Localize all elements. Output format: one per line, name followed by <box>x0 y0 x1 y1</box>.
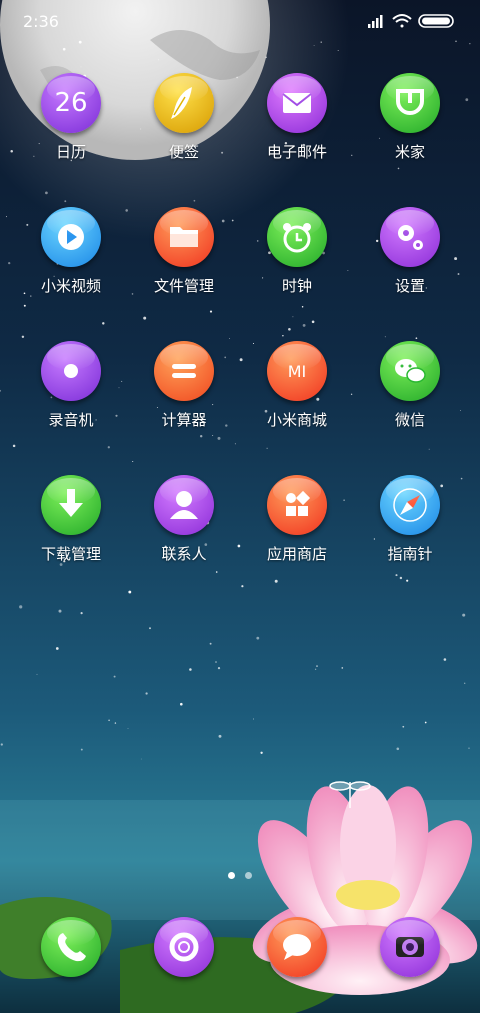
app-label: 录音机 <box>48 411 94 429</box>
dock-browser[interactable] <box>129 917 239 981</box>
app-mi-store[interactable]: MI 小米商城 <box>242 341 352 451</box>
signal-icon <box>368 15 383 28</box>
download-icon <box>41 475 101 535</box>
app-folder[interactable]: 文件管理 <box>129 207 239 317</box>
wechat-icon <box>380 341 440 401</box>
app-calculator[interactable]: 计算器 <box>129 341 239 451</box>
app-label: 便签 <box>168 143 199 161</box>
app-email[interactable]: 电子邮件 <box>242 73 352 183</box>
calendar-icon: 26 <box>41 73 101 133</box>
messages-icon <box>267 917 327 977</box>
page-indicator[interactable] <box>225 872 255 882</box>
phone-icon <box>41 917 101 977</box>
app-contacts[interactable]: 联系人 <box>129 475 239 585</box>
mi-store-icon: MI <box>267 341 327 401</box>
app-label: 联系人 <box>161 545 207 563</box>
app-compass[interactable]: 指南针 <box>355 475 465 585</box>
app-label: 米家 <box>394 143 425 161</box>
status-icons <box>368 14 454 28</box>
app-store-icon <box>267 475 327 535</box>
app-recorder[interactable]: 录音机 <box>16 341 126 451</box>
dock-camera[interactable] <box>355 917 465 981</box>
app-label: 应用商店 <box>266 545 327 563</box>
gear-icon <box>380 207 440 267</box>
contacts-icon <box>154 475 214 535</box>
status-bar: 2:36 <box>0 0 480 44</box>
browser-icon <box>154 917 214 977</box>
mi-logo-text: MI <box>288 362 307 381</box>
mijia-icon <box>380 73 440 133</box>
app-label: 小米商城 <box>266 411 327 429</box>
app-notes[interactable]: 便签 <box>129 73 239 183</box>
app-label: 微信 <box>394 411 425 429</box>
app-video[interactable]: 小米视频 <box>16 207 126 317</box>
app-label: 文件管理 <box>153 277 214 295</box>
battery-icon <box>418 14 454 28</box>
app-label: 时钟 <box>281 277 312 295</box>
notes-icon <box>154 73 214 133</box>
email-icon <box>267 73 327 133</box>
app-clock[interactable]: 时钟 <box>242 207 352 317</box>
dock-messages[interactable] <box>242 917 352 981</box>
clock-icon <box>267 207 327 267</box>
app-label: 指南针 <box>387 545 433 563</box>
camera-icon <box>380 917 440 977</box>
app-mijia[interactable]: 米家 <box>355 73 465 183</box>
page-dot-1[interactable] <box>228 872 235 879</box>
calculator-icon <box>154 341 214 401</box>
folder-icon <box>154 207 214 267</box>
page-dot-2[interactable] <box>245 872 252 879</box>
app-label: 计算器 <box>161 411 207 429</box>
compass-icon <box>380 475 440 535</box>
app-app-store[interactable]: 应用商店 <box>242 475 352 585</box>
app-download[interactable]: 下载管理 <box>16 475 126 585</box>
wifi-icon <box>392 14 412 28</box>
app-label: 设置 <box>394 277 425 295</box>
app-label: 下载管理 <box>40 545 101 563</box>
app-calendar[interactable]: 26 日历 <box>16 73 126 183</box>
app-wechat[interactable]: 微信 <box>355 341 465 451</box>
status-time: 2:36 <box>23 12 59 31</box>
app-label: 日历 <box>55 143 86 161</box>
dock-phone[interactable] <box>16 917 126 981</box>
video-icon <box>41 207 101 267</box>
app-gear[interactable]: 设置 <box>355 207 465 317</box>
app-label: 电子邮件 <box>266 143 327 161</box>
app-label: 小米视频 <box>40 277 101 295</box>
recorder-icon <box>41 341 101 401</box>
calendar-date: 26 <box>54 88 87 118</box>
